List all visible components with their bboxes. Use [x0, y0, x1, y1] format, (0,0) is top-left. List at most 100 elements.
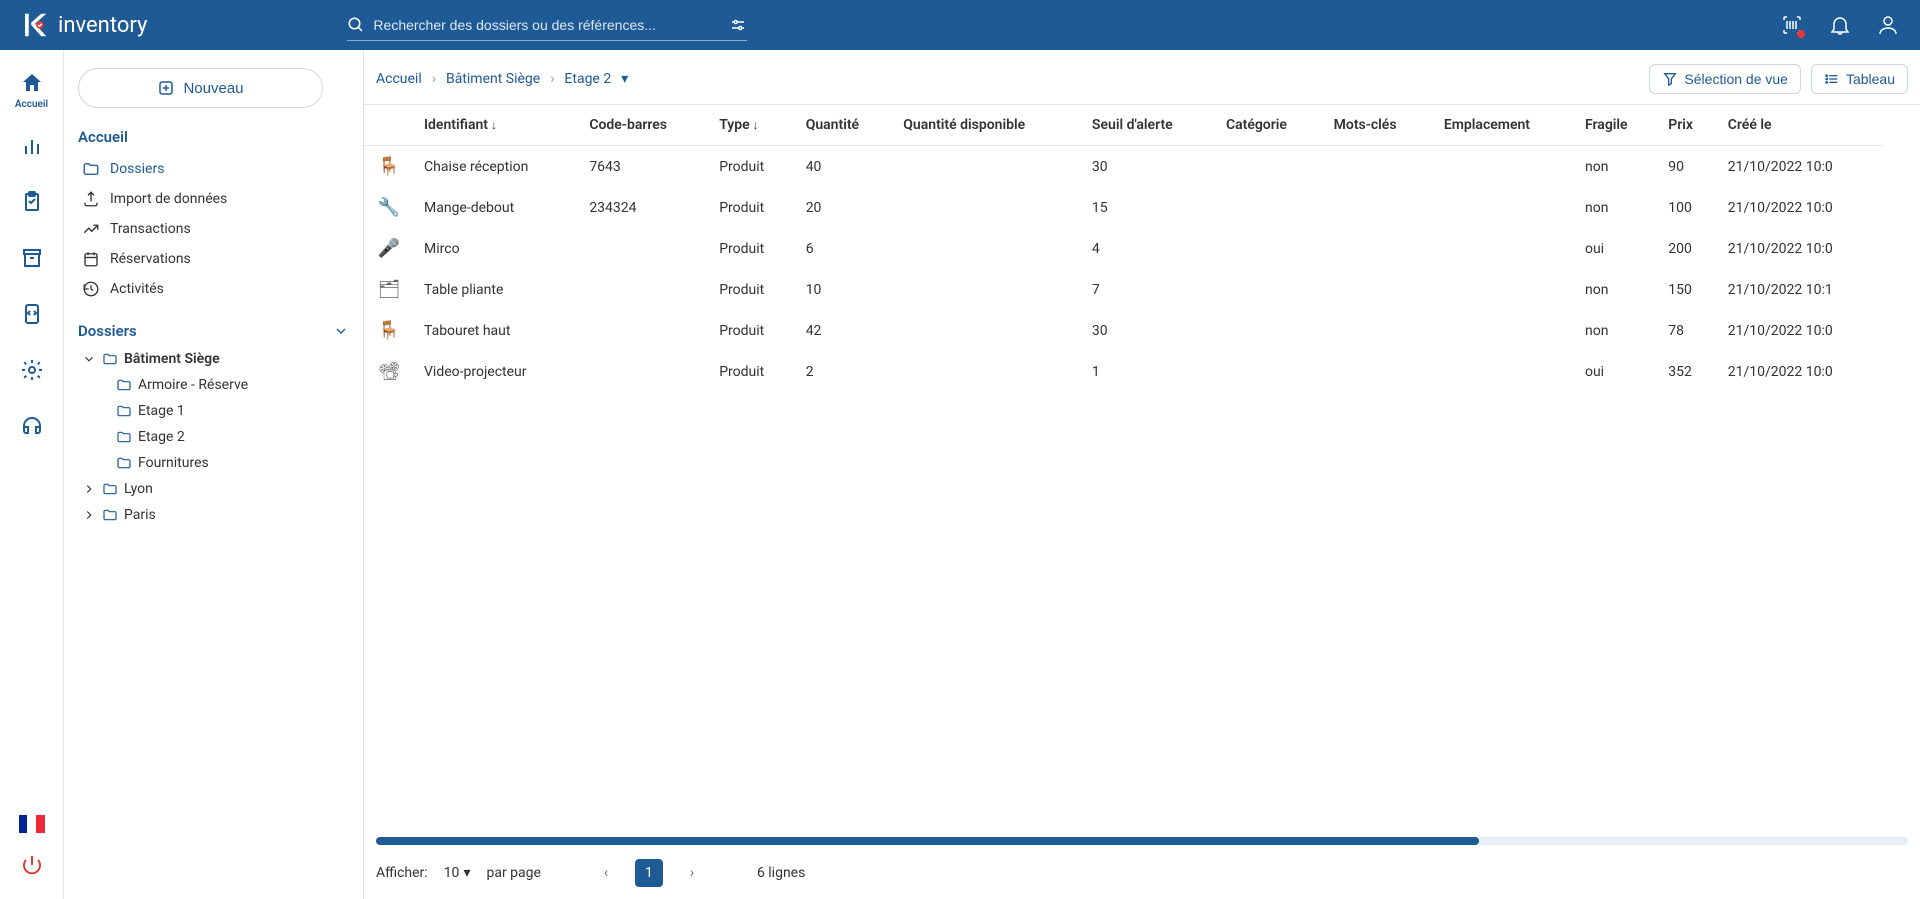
- cell-cree-le: 21/10/2022 10:1: [1718, 269, 1884, 310]
- cell-quantite-dispo: [893, 228, 1082, 269]
- filter-sliders-icon[interactable]: [729, 16, 747, 34]
- view-tableau-button[interactable]: Tableau: [1811, 64, 1908, 94]
- col-quantite[interactable]: Quantité: [796, 105, 894, 146]
- tree-etage1[interactable]: Etage 1: [112, 398, 349, 424]
- col-quantite-dispo[interactable]: Quantité disponible: [893, 105, 1082, 146]
- breadcrumb-etage2[interactable]: Etage 2: [564, 71, 611, 87]
- page-size-select[interactable]: 10 ▾: [444, 865, 471, 881]
- pager-next[interactable]: ›: [679, 860, 705, 886]
- col-code-barres[interactable]: Code-barres: [579, 105, 709, 146]
- col-prix[interactable]: Prix: [1658, 105, 1718, 146]
- cell-mots-cles: [1324, 146, 1434, 188]
- search-icon: [347, 16, 365, 34]
- cell-mots-cles: [1324, 228, 1434, 269]
- horizontal-scrollbar[interactable]: [376, 837, 1908, 845]
- table-row[interactable]: 🔧Mange-debout234324Produit2015non10021/1…: [364, 187, 1884, 228]
- chevron-down-icon[interactable]: [333, 323, 349, 339]
- cell-fragile: non: [1575, 310, 1658, 351]
- cell-identifiant: Chaise réception: [414, 146, 579, 188]
- sidebar-section-accueil: Accueil: [78, 128, 349, 146]
- table-wrap[interactable]: Identifiant↓ Code-barres Type↓ Quantité …: [364, 104, 1920, 833]
- folder-icon: [116, 403, 132, 419]
- cell-emplacement: [1434, 228, 1575, 269]
- cell-prix: 78: [1658, 310, 1718, 351]
- cell-prix: 150: [1658, 269, 1718, 310]
- barcode-icon[interactable]: [1780, 13, 1804, 37]
- cell-seuil: 1: [1082, 351, 1216, 392]
- rail-support[interactable]: [10, 398, 54, 454]
- cell-quantite-dispo: [893, 187, 1082, 228]
- folder-icon: [102, 351, 118, 367]
- table-row[interactable]: 🗂Table plianteProduit107non15021/10/2022…: [364, 269, 1884, 310]
- col-mots-cles[interactable]: Mots-clés: [1324, 105, 1434, 146]
- cell-categorie: [1216, 228, 1324, 269]
- rail-settings[interactable]: [10, 342, 54, 398]
- tree-paris[interactable]: Paris: [78, 502, 349, 528]
- col-fragile[interactable]: Fragile: [1575, 105, 1658, 146]
- cell-cree-le: 21/10/2022 10:0: [1718, 351, 1884, 392]
- cell-code-barres: [579, 310, 709, 351]
- cell-type: Produit: [709, 228, 795, 269]
- sidebar-section-dossiers: Dossiers: [78, 322, 137, 340]
- breadcrumb: Accueil › Bâtiment Siège › Etage 2 ▾: [376, 71, 628, 87]
- row-thumbnail: 📽: [364, 351, 414, 392]
- user-icon[interactable]: [1876, 13, 1900, 37]
- tree-armoire[interactable]: Armoire - Réserve: [112, 372, 349, 398]
- sidebar-link-transactions[interactable]: Transactions: [78, 214, 349, 244]
- col-cree-le[interactable]: Créé le: [1718, 105, 1884, 146]
- language-flag-fr[interactable]: [19, 815, 45, 833]
- col-identifiant[interactable]: Identifiant↓: [414, 105, 579, 146]
- cell-code-barres: 234324: [579, 187, 709, 228]
- cell-type: Produit: [709, 269, 795, 310]
- table-row[interactable]: 📽Video-projecteurProduit21oui35221/10/20…: [364, 351, 1884, 392]
- col-categorie[interactable]: Catégorie: [1216, 105, 1324, 146]
- cell-prix: 352: [1658, 351, 1718, 392]
- tree-etage2[interactable]: Etage 2: [112, 424, 349, 450]
- bell-icon[interactable]: [1828, 13, 1852, 37]
- sort-down-icon: ↓: [491, 118, 497, 132]
- app-logo[interactable]: inventory: [20, 10, 147, 40]
- chevron-right-icon: [82, 508, 96, 522]
- sidebar-link-import[interactable]: Import de données: [78, 184, 349, 214]
- tree-fournitures[interactable]: Fournitures: [112, 450, 349, 476]
- col-emplacement[interactable]: Emplacement: [1434, 105, 1575, 146]
- cell-cree-le: 21/10/2022 10:0: [1718, 228, 1884, 269]
- rail-archive[interactable]: [10, 230, 54, 286]
- col-type[interactable]: Type↓: [709, 105, 795, 146]
- cell-mots-cles: [1324, 187, 1434, 228]
- rail-home[interactable]: Accueil: [10, 62, 54, 118]
- view-selection-button[interactable]: Sélection de vue: [1649, 64, 1801, 94]
- pager-prev[interactable]: ‹: [593, 860, 619, 886]
- search-box[interactable]: [347, 10, 747, 41]
- col-seuil[interactable]: Seuil d'alerte: [1082, 105, 1216, 146]
- chevron-right-icon: ›: [432, 71, 436, 87]
- new-button[interactable]: Nouveau: [78, 68, 323, 108]
- pager-total: 6 lignes: [757, 865, 805, 881]
- rail-stats[interactable]: [10, 118, 54, 174]
- cell-fragile: oui: [1575, 228, 1658, 269]
- tree-lyon[interactable]: Lyon: [78, 476, 349, 502]
- breadcrumb-home[interactable]: Accueil: [376, 71, 422, 87]
- pager-current[interactable]: 1: [635, 859, 663, 887]
- logout-icon[interactable]: [20, 853, 44, 881]
- search-input[interactable]: [373, 17, 729, 33]
- breadcrumb-batiment[interactable]: Bâtiment Siège: [446, 71, 540, 87]
- folder-icon: [116, 377, 132, 393]
- caret-down-icon[interactable]: ▾: [621, 71, 628, 87]
- calendar-icon: [82, 250, 100, 268]
- table-row[interactable]: 🎤MircoProduit64oui20021/10/2022 10:0: [364, 228, 1884, 269]
- table-row[interactable]: 🪑Tabouret hautProduit4230non7821/10/2022…: [364, 310, 1884, 351]
- table-row[interactable]: 🪑Chaise réception7643Produit4030non9021/…: [364, 146, 1884, 188]
- sidebar-link-activites[interactable]: Activités: [78, 274, 349, 304]
- rail-clipboard[interactable]: [10, 174, 54, 230]
- rail-sync[interactable]: [10, 286, 54, 342]
- cell-code-barres: 7643: [579, 146, 709, 188]
- main-content: Accueil › Bâtiment Siège › Etage 2 ▾ Sél…: [364, 50, 1920, 899]
- topbar: Accueil › Bâtiment Siège › Etage 2 ▾ Sél…: [364, 64, 1920, 104]
- tree-batiment-siege[interactable]: Bâtiment Siège: [78, 346, 349, 372]
- chevron-down-icon: [82, 352, 96, 366]
- sidebar-link-reservations[interactable]: Réservations: [78, 244, 349, 274]
- cell-seuil: 15: [1082, 187, 1216, 228]
- sidebar-link-dossiers[interactable]: Dossiers: [78, 154, 349, 184]
- sidebar-section-dossiers-header[interactable]: Dossiers: [78, 322, 349, 340]
